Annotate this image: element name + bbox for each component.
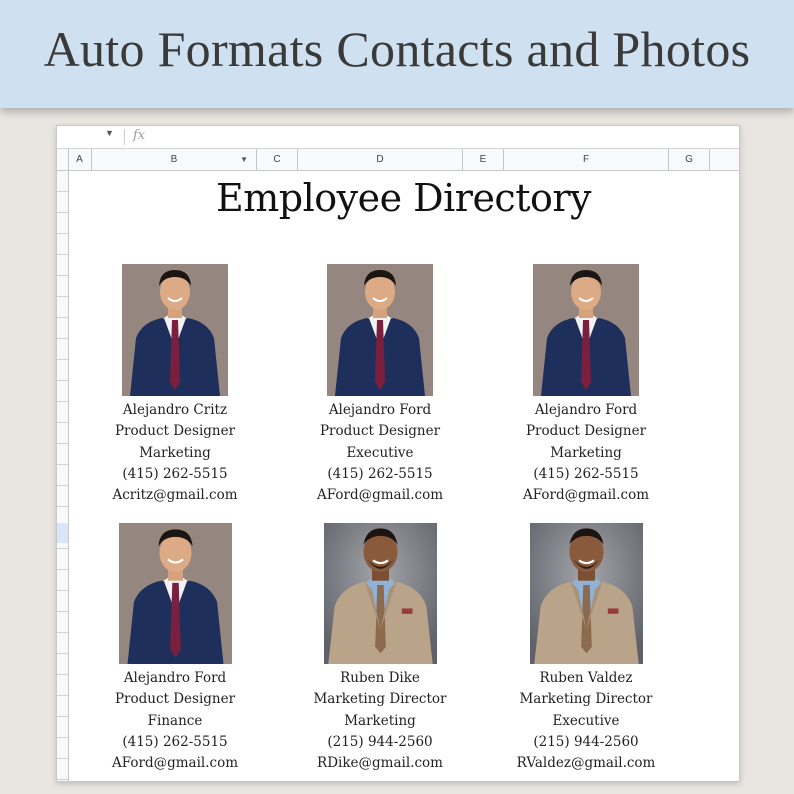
employee-title: Product Designer (319, 423, 441, 440)
employee-photo (118, 523, 232, 664)
employee-department: Executive (346, 444, 414, 461)
column-header-b[interactable]: B ▼ (92, 149, 257, 170)
employee-email: AFord@gmail.com (522, 487, 649, 504)
banner-title: Auto Formats Contacts and Photos (43, 21, 751, 77)
column-headers: A B ▼ C D E F G (57, 149, 739, 171)
employee-phone: (415) 262-5515 (327, 465, 433, 482)
name-box-dropdown-icon[interactable]: ▼ (105, 128, 114, 138)
employee-phone: (415) 262-5515 (122, 465, 228, 482)
employee-title: Marketing Director (519, 691, 653, 708)
banner: Auto Formats Contacts and Photos (0, 0, 794, 108)
filter-dropdown-icon[interactable]: ▼ (240, 149, 248, 170)
employee-phone: (415) 262-5515 (533, 465, 639, 482)
employee-title: Product Designer (114, 423, 236, 440)
employee-name: Ruben Valdez (539, 670, 633, 686)
employee-card: Ruben Valdez Marketing Director Executiv… (496, 523, 676, 774)
employee-title: Marketing Director (313, 691, 447, 708)
directory-title: Employee Directory (216, 176, 592, 220)
employee-name: Alejandro Ford (534, 402, 638, 418)
employee-card: Alejandro Critz Product Designer Marketi… (85, 264, 265, 506)
employee-email: AFord@gmail.com (111, 755, 238, 772)
employee-name: Ruben Dike (340, 670, 420, 686)
column-header-g[interactable]: G (669, 149, 710, 170)
employee-department: Executive (552, 712, 620, 729)
employee-email: Acritz@gmail.com (112, 487, 238, 504)
column-header-d[interactable]: D (298, 149, 463, 170)
employee-name: Alejandro Critz (122, 402, 228, 418)
employee-email: AFord@gmail.com (316, 487, 443, 504)
employee-email: RValdez@gmail.com (516, 755, 656, 772)
employee-phone: (215) 944-2560 (533, 733, 639, 750)
employee-card: Alejandro Ford Product Designer Executiv… (290, 264, 470, 506)
employee-department: Marketing (139, 444, 211, 461)
employee-department: Marketing (344, 712, 416, 729)
column-header-f[interactable]: F (504, 149, 669, 170)
employee-name: Alejandro Ford (123, 670, 227, 686)
employee-photo (327, 264, 433, 396)
row-number-gutter[interactable] (57, 171, 69, 781)
employee-department: Finance (147, 712, 203, 729)
employee-name: Alejandro Ford (328, 402, 432, 418)
employee-phone: (415) 262-5515 (122, 733, 228, 750)
spreadsheet-window: ▼ fx A B▼ C D E F G Employee Directory (56, 125, 740, 782)
employee-title: Product Designer (114, 691, 236, 708)
column-header-a[interactable]: A (68, 149, 92, 170)
employee-card: Ruben Dike Marketing Director Marketing … (290, 523, 470, 774)
selected-row-marker (57, 523, 68, 543)
employee-email: RDike@gmail.com (317, 755, 443, 772)
employee-card: Alejandro Ford Product Designer Marketin… (496, 264, 676, 506)
fx-icon: fx (133, 128, 146, 143)
employee-department: Marketing (550, 444, 622, 461)
employee-photo (533, 264, 639, 396)
column-header-e[interactable]: E (463, 149, 504, 170)
employee-photo (529, 523, 643, 664)
employee-title: Product Designer (525, 423, 647, 440)
employee-card: Alejandro Ford Product Designer Finance … (85, 523, 265, 774)
employee-photo (323, 523, 437, 664)
formula-bar-divider (124, 129, 125, 145)
employee-phone: (215) 944-2560 (327, 733, 433, 750)
formula-bar: ▼ fx (57, 126, 739, 149)
employee-photo (122, 264, 228, 396)
column-header-c[interactable]: C (257, 149, 298, 170)
